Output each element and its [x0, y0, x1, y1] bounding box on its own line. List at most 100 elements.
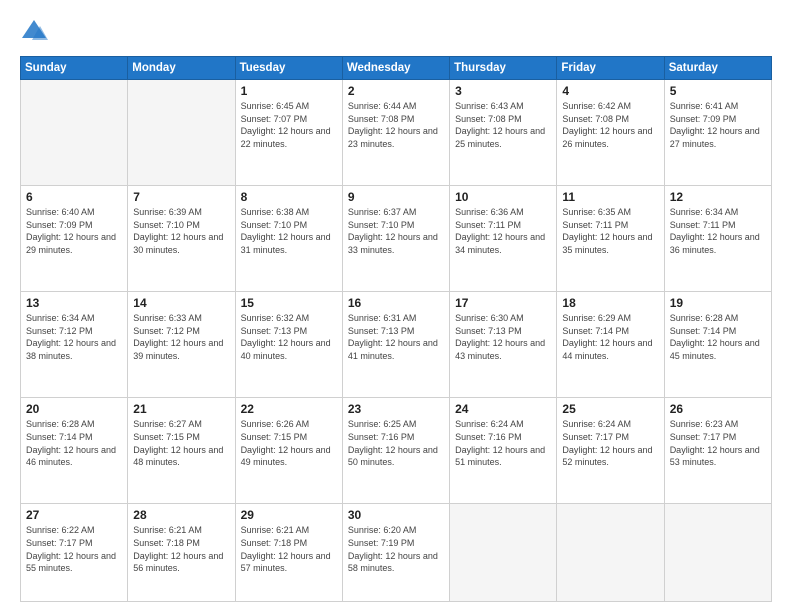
calendar: SundayMondayTuesdayWednesdayThursdayFrid…: [20, 56, 772, 602]
day-info: Sunrise: 6:30 AMSunset: 7:13 PMDaylight:…: [455, 312, 551, 362]
day-info: Sunrise: 6:39 AMSunset: 7:10 PMDaylight:…: [133, 206, 229, 256]
calendar-cell: 20 Sunrise: 6:28 AMSunset: 7:14 PMDayligh…: [21, 398, 128, 504]
header: [20, 18, 772, 46]
calendar-cell: 6 Sunrise: 6:40 AMSunset: 7:09 PMDaylight…: [21, 186, 128, 292]
calendar-cell: 25 Sunrise: 6:24 AMSunset: 7:17 PMDayligh…: [557, 398, 664, 504]
day-info: Sunrise: 6:28 AMSunset: 7:14 PMDaylight:…: [670, 312, 766, 362]
calendar-cell: [450, 504, 557, 602]
calendar-header-row: SundayMondayTuesdayWednesdayThursdayFrid…: [21, 57, 772, 80]
calendar-cell: 4Sunrise: 6:42 AMSunset: 7:08 PMDaylight…: [557, 80, 664, 186]
day-number: 18: [562, 296, 658, 310]
calendar-cell: 14 Sunrise: 6:33 AMSunset: 7:12 PMDayligh…: [128, 292, 235, 398]
day-info: Sunrise: 6:24 AMSunset: 7:16 PMDaylight:…: [455, 418, 551, 468]
calendar-cell: 27 Sunrise: 6:22 AMSunset: 7:17 PMDayligh…: [21, 504, 128, 602]
day-info: Sunrise: 6:43 AMSunset: 7:08 PMDaylight:…: [455, 100, 551, 150]
day-info: Sunrise: 6:34 AMSunset: 7:12 PMDaylight:…: [26, 312, 122, 362]
calendar-cell: 22 Sunrise: 6:26 AMSunset: 7:15 PMDayligh…: [235, 398, 342, 504]
day-info: Sunrise: 6:45 AMSunset: 7:07 PMDaylight:…: [241, 100, 337, 150]
calendar-cell: 29 Sunrise: 6:21 AMSunset: 7:18 PMDayligh…: [235, 504, 342, 602]
day-number: 11: [562, 190, 658, 204]
day-number: 2: [348, 84, 444, 98]
calendar-cell: 2Sunrise: 6:44 AMSunset: 7:08 PMDaylight…: [342, 80, 449, 186]
day-info: Sunrise: 6:35 AMSunset: 7:11 PMDaylight:…: [562, 206, 658, 256]
day-number: 16: [348, 296, 444, 310]
day-info: Sunrise: 6:26 AMSunset: 7:15 PMDaylight:…: [241, 418, 337, 468]
calendar-cell: [557, 504, 664, 602]
calendar-cell: 10 Sunrise: 6:36 AMSunset: 7:11 PMDayligh…: [450, 186, 557, 292]
calendar-cell: 3 Sunrise: 6:43 AMSunset: 7:08 PMDaylight…: [450, 80, 557, 186]
calendar-cell: 21 Sunrise: 6:27 AMSunset: 7:15 PMDayligh…: [128, 398, 235, 504]
day-number: 25: [562, 402, 658, 416]
day-number: 30: [348, 508, 444, 522]
day-info: Sunrise: 6:38 AMSunset: 7:10 PMDaylight:…: [241, 206, 337, 256]
day-info: Sunrise: 6:27 AMSunset: 7:15 PMDaylight:…: [133, 418, 229, 468]
day-number: 10: [455, 190, 551, 204]
day-number: 6: [26, 190, 122, 204]
day-info: Sunrise: 6:28 AMSunset: 7:14 PMDaylight:…: [26, 418, 122, 468]
day-number: 12: [670, 190, 766, 204]
week-row-2: 13 Sunrise: 6:34 AMSunset: 7:12 PMDayligh…: [21, 292, 772, 398]
day-info: Sunrise: 6:33 AMSunset: 7:12 PMDaylight:…: [133, 312, 229, 362]
day-number: 20: [26, 402, 122, 416]
day-header-wednesday: Wednesday: [342, 57, 449, 80]
day-number: 15: [241, 296, 337, 310]
day-info: Sunrise: 6:21 AMSunset: 7:18 PMDaylight:…: [241, 524, 337, 574]
day-number: 28: [133, 508, 229, 522]
calendar-cell: 15Sunrise: 6:32 AMSunset: 7:13 PMDayligh…: [235, 292, 342, 398]
calendar-cell: [664, 504, 771, 602]
day-number: 9: [348, 190, 444, 204]
day-info: Sunrise: 6:41 AMSunset: 7:09 PMDaylight:…: [670, 100, 766, 150]
day-info: Sunrise: 6:31 AMSunset: 7:13 PMDaylight:…: [348, 312, 444, 362]
day-info: Sunrise: 6:25 AMSunset: 7:16 PMDaylight:…: [348, 418, 444, 468]
calendar-cell: 12Sunrise: 6:34 AMSunset: 7:11 PMDayligh…: [664, 186, 771, 292]
calendar-cell: [128, 80, 235, 186]
day-header-thursday: Thursday: [450, 57, 557, 80]
calendar-cell: 7 Sunrise: 6:39 AMSunset: 7:10 PMDaylight…: [128, 186, 235, 292]
calendar-cell: 19 Sunrise: 6:28 AMSunset: 7:14 PMDayligh…: [664, 292, 771, 398]
day-number: 7: [133, 190, 229, 204]
day-number: 13: [26, 296, 122, 310]
day-number: 27: [26, 508, 122, 522]
day-number: 22: [241, 402, 337, 416]
week-row-3: 20 Sunrise: 6:28 AMSunset: 7:14 PMDayligh…: [21, 398, 772, 504]
logo: [20, 18, 52, 46]
day-header-friday: Friday: [557, 57, 664, 80]
calendar-cell: 23 Sunrise: 6:25 AMSunset: 7:16 PMDayligh…: [342, 398, 449, 504]
day-number: 14: [133, 296, 229, 310]
calendar-cell: [21, 80, 128, 186]
day-number: 26: [670, 402, 766, 416]
day-number: 23: [348, 402, 444, 416]
calendar-cell: 26 Sunrise: 6:23 AMSunset: 7:17 PMDayligh…: [664, 398, 771, 504]
day-info: Sunrise: 6:22 AMSunset: 7:17 PMDaylight:…: [26, 524, 122, 574]
logo-icon: [20, 18, 48, 46]
day-header-saturday: Saturday: [664, 57, 771, 80]
day-info: Sunrise: 6:36 AMSunset: 7:11 PMDaylight:…: [455, 206, 551, 256]
day-info: Sunrise: 6:21 AMSunset: 7:18 PMDaylight:…: [133, 524, 229, 574]
day-info: Sunrise: 6:29 AMSunset: 7:14 PMDaylight:…: [562, 312, 658, 362]
day-number: 5: [670, 84, 766, 98]
week-row-1: 6 Sunrise: 6:40 AMSunset: 7:09 PMDaylight…: [21, 186, 772, 292]
day-info: Sunrise: 6:20 AMSunset: 7:19 PMDaylight:…: [348, 524, 444, 574]
calendar-cell: 9 Sunrise: 6:37 AMSunset: 7:10 PMDaylight…: [342, 186, 449, 292]
day-number: 24: [455, 402, 551, 416]
day-number: 29: [241, 508, 337, 522]
calendar-cell: 28 Sunrise: 6:21 AMSunset: 7:18 PMDayligh…: [128, 504, 235, 602]
day-info: Sunrise: 6:24 AMSunset: 7:17 PMDaylight:…: [562, 418, 658, 468]
day-info: Sunrise: 6:37 AMSunset: 7:10 PMDaylight:…: [348, 206, 444, 256]
calendar-cell: 30 Sunrise: 6:20 AMSunset: 7:19 PMDayligh…: [342, 504, 449, 602]
day-number: 8: [241, 190, 337, 204]
day-info: Sunrise: 6:23 AMSunset: 7:17 PMDaylight:…: [670, 418, 766, 468]
day-number: 1: [241, 84, 337, 98]
calendar-cell: 5 Sunrise: 6:41 AMSunset: 7:09 PMDaylight…: [664, 80, 771, 186]
calendar-cell: 8 Sunrise: 6:38 AMSunset: 7:10 PMDaylight…: [235, 186, 342, 292]
day-header-tuesday: Tuesday: [235, 57, 342, 80]
day-info: Sunrise: 6:40 AMSunset: 7:09 PMDaylight:…: [26, 206, 122, 256]
day-header-monday: Monday: [128, 57, 235, 80]
calendar-cell: 24 Sunrise: 6:24 AMSunset: 7:16 PMDayligh…: [450, 398, 557, 504]
day-number: 19: [670, 296, 766, 310]
week-row-0: 1 Sunrise: 6:45 AMSunset: 7:07 PMDaylight…: [21, 80, 772, 186]
calendar-cell: 18 Sunrise: 6:29 AMSunset: 7:14 PMDayligh…: [557, 292, 664, 398]
day-number: 17: [455, 296, 551, 310]
day-number: 3: [455, 84, 551, 98]
day-number: 21: [133, 402, 229, 416]
